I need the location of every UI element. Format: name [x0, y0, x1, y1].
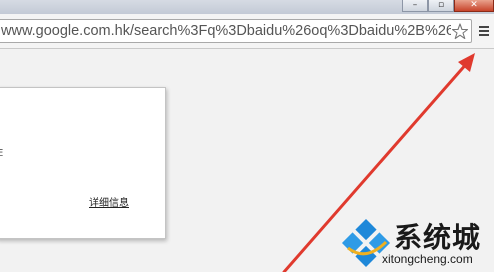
popup-dialog: E 详细信息 — [0, 87, 166, 239]
menu-bar-line — [479, 26, 489, 28]
hamburger-menu-icon[interactable] — [476, 21, 492, 41]
close-button[interactable]: ✕ — [454, 0, 494, 12]
watermark: 系统城 xitongcheng.com — [338, 214, 494, 272]
dialog-partial-text: E — [0, 148, 4, 159]
watermark-brand: 系统城 — [394, 221, 482, 254]
menu-bar-line — [479, 34, 489, 36]
minimize-button[interactable]: – — [402, 0, 428, 12]
browser-toolbar: www.google.com.hk/search%3Fq%3Dbaidu%26o… — [0, 14, 494, 49]
details-link[interactable]: 详细信息 — [89, 194, 129, 209]
menu-bar-line — [479, 30, 489, 32]
watermark-domain: xitongcheng.com — [382, 252, 473, 266]
url-text[interactable]: www.google.com.hk/search%3Fq%3Dbaidu%26o… — [1, 23, 451, 39]
maximize-button[interactable]: ▫ — [428, 0, 454, 12]
browser-window: – ▫ ✕ www.google.com.hk/search%3Fq%3Dbai… — [0, 0, 494, 272]
title-bar: – ▫ ✕ — [0, 0, 494, 14]
star-icon[interactable] — [452, 22, 468, 40]
address-bar[interactable]: www.google.com.hk/search%3Fq%3Dbaidu%26o… — [0, 19, 472, 43]
window-controls: – ▫ ✕ — [402, 0, 494, 12]
